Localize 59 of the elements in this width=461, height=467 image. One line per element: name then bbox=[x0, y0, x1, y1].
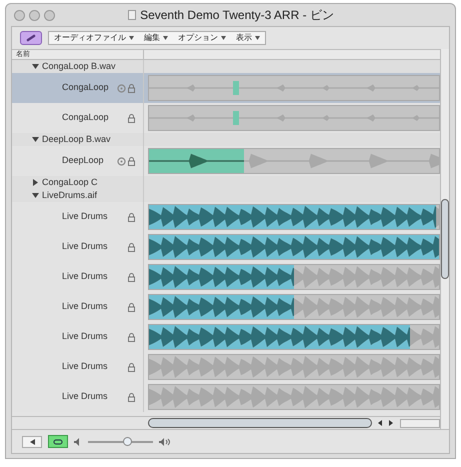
lock-icon[interactable] bbox=[128, 114, 135, 122]
back-button[interactable] bbox=[22, 436, 42, 448]
window-control-button[interactable] bbox=[29, 10, 40, 20]
region-name: Live Drums bbox=[62, 330, 109, 344]
horizontal-scrollbar[interactable] bbox=[148, 418, 372, 428]
clock-icon[interactable] bbox=[116, 156, 126, 166]
lock-icon[interactable] bbox=[128, 392, 135, 402]
lock-icon[interactable] bbox=[128, 156, 135, 166]
disclosure-open-icon[interactable] bbox=[32, 192, 39, 199]
speaker-high-icon bbox=[159, 438, 170, 446]
caret-icon bbox=[255, 36, 260, 40]
lock-icon[interactable] bbox=[128, 302, 135, 312]
lock-icon[interactable] bbox=[128, 272, 135, 282]
menu-button[interactable]: 編集 bbox=[139, 34, 173, 42]
menu-button[interactable]: 表示 bbox=[231, 34, 265, 42]
loop-icon bbox=[53, 438, 63, 444]
window-title: Seventh Demo Twenty-3 ARR - ビン bbox=[140, 7, 334, 24]
loop-button[interactable] bbox=[48, 435, 68, 448]
region-name: Live Drums bbox=[62, 390, 109, 404]
file-name: CongaLoop C bbox=[42, 176, 98, 189]
caret-icon bbox=[221, 36, 226, 40]
document-icon bbox=[128, 10, 136, 20]
region-name: DeepLoop bbox=[62, 154, 105, 168]
audio-region[interactable] bbox=[148, 148, 440, 174]
link-icon bbox=[26, 34, 36, 42]
caret-icon bbox=[163, 36, 168, 40]
menu-button[interactable]: オーディオファイル bbox=[49, 34, 139, 42]
audio-region[interactable] bbox=[148, 324, 440, 350]
region-name: CongaLoop bbox=[62, 81, 110, 94]
clock-icon[interactable] bbox=[116, 84, 126, 92]
audio-region[interactable] bbox=[148, 264, 440, 290]
lock-icon[interactable] bbox=[128, 242, 135, 252]
lock-icon[interactable] bbox=[128, 212, 135, 222]
caret-icon bbox=[129, 36, 134, 40]
audio-region[interactable] bbox=[148, 294, 440, 320]
region-name: Live Drums bbox=[62, 270, 109, 284]
region-row[interactable]: CongaLoop bbox=[12, 73, 440, 103]
left-triangle-icon bbox=[30, 438, 34, 444]
region-name: CongaLoop bbox=[62, 111, 110, 124]
region-name: Live Drums bbox=[62, 300, 109, 314]
disclosure-open-icon[interactable] bbox=[32, 136, 39, 143]
lock-icon[interactable] bbox=[128, 84, 135, 92]
file-name: CongaLoop B.wav bbox=[42, 60, 116, 73]
speaker-low-icon bbox=[74, 438, 82, 446]
file-name: DeepLoop B.wav bbox=[42, 132, 111, 146]
volume-slider-thumb[interactable] bbox=[123, 437, 132, 446]
lock-icon[interactable] bbox=[128, 332, 135, 342]
link-button[interactable] bbox=[20, 31, 42, 45]
lock-icon[interactable] bbox=[128, 362, 135, 372]
window-control-button[interactable] bbox=[14, 10, 25, 20]
menu-button[interactable]: オプション bbox=[173, 34, 231, 42]
vertical-scrollbar[interactable] bbox=[440, 49, 449, 429]
disclosure-open-icon[interactable] bbox=[32, 63, 39, 70]
disclosure-closed-icon[interactable] bbox=[32, 179, 39, 186]
window-control-button[interactable] bbox=[44, 10, 55, 20]
region-name: Live Drums bbox=[62, 210, 109, 224]
file-name: LiveDrums.aif bbox=[42, 188, 98, 202]
region-name: Live Drums bbox=[62, 240, 109, 254]
region-name: Live Drums bbox=[62, 360, 109, 374]
